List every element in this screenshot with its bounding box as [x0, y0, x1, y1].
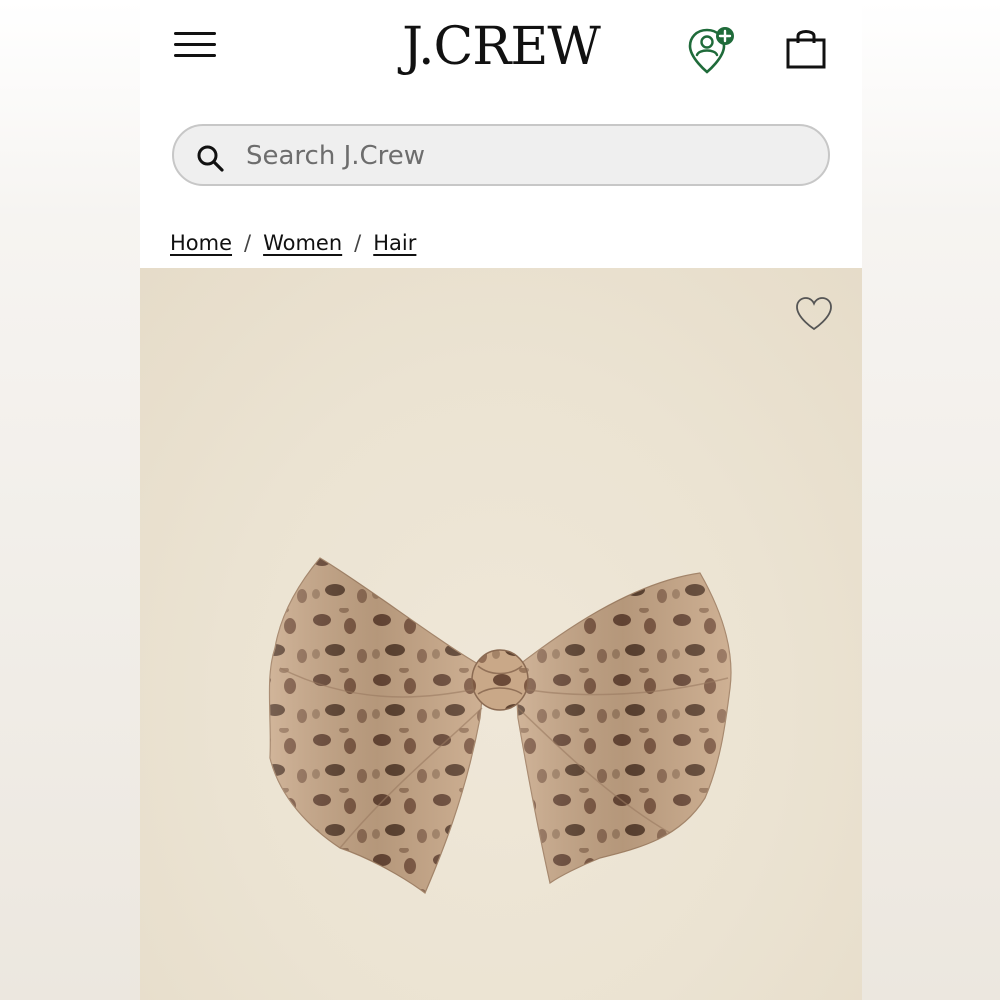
search-input[interactable]	[244, 134, 808, 178]
breadcrumb: Home / Women / Hair	[170, 226, 416, 260]
mobile-page: J.CREW Home / Women / Ha	[140, 0, 862, 1000]
breadcrumb-separator: /	[354, 231, 362, 255]
account-rewards-icon[interactable]	[686, 24, 738, 76]
left-margin-background	[0, 0, 140, 1000]
leopard-print-hair-bow	[268, 557, 732, 894]
site-header: J.CREW	[140, 0, 862, 110]
hamburger-menu-icon[interactable]	[174, 30, 216, 60]
heart-icon[interactable]	[794, 296, 834, 332]
breadcrumb-women-link[interactable]: Women	[263, 231, 342, 255]
right-margin-background	[862, 0, 1000, 1000]
jcrew-logo[interactable]: J.CREW	[360, 14, 642, 80]
breadcrumb-hair-link[interactable]: Hair	[373, 231, 416, 255]
search-icon[interactable]	[196, 144, 224, 172]
breadcrumb-separator: /	[244, 231, 252, 255]
product-image-area[interactable]	[140, 268, 862, 1000]
shopping-bag-icon[interactable]	[785, 26, 827, 70]
breadcrumb-home-link[interactable]: Home	[170, 231, 232, 255]
search-bar[interactable]	[172, 124, 830, 186]
